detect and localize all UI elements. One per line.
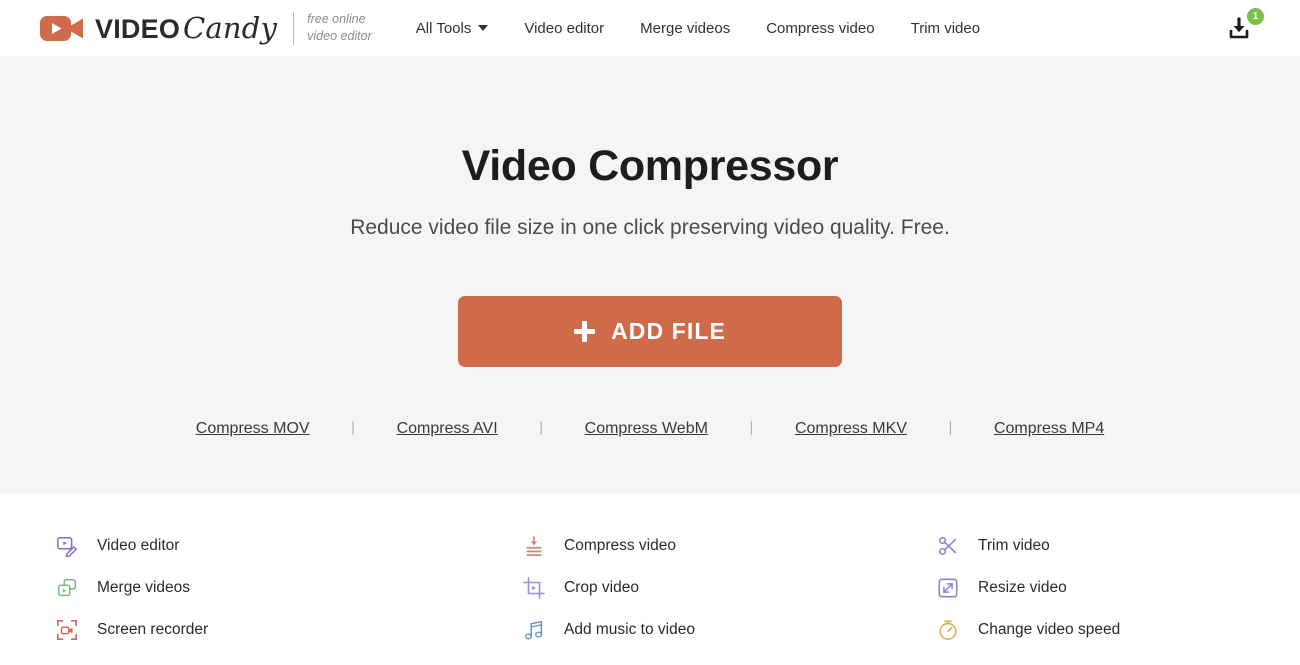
add-file-button[interactable]: ADD FILE — [458, 296, 842, 367]
merge-icon — [58, 579, 76, 597]
format-link-avi[interactable]: Compress AVI — [397, 420, 498, 438]
format-separator: | — [539, 419, 544, 436]
resize-icon — [938, 578, 958, 598]
logo-word-video: VIDEO — [95, 13, 181, 44]
crop-icon — [523, 577, 545, 599]
tool-label: Video editor — [97, 537, 180, 554]
nav-label-compress-video: Compress video — [766, 19, 875, 37]
tool-compress-video[interactable]: Compress video — [523, 530, 937, 562]
tool-label: Crop video — [564, 579, 639, 596]
page-subtitle: Reduce video file size in one click pres… — [350, 216, 950, 239]
compress-icon — [526, 536, 542, 556]
tools-grid: Video editor Compress video Trim video M… — [0, 493, 1300, 646]
plus-icon — [574, 321, 596, 342]
tool-merge-videos[interactable]: Merge videos — [56, 572, 523, 604]
format-separator: | — [749, 419, 754, 436]
screen-recorder-icon — [57, 620, 77, 640]
video-camera-icon — [40, 15, 83, 41]
video-editor-icon — [57, 536, 77, 557]
downloads-badge: 1 — [1247, 8, 1264, 25]
nav-item-compress-video[interactable]: Compress video — [766, 20, 874, 37]
tool-label: Merge videos — [97, 579, 191, 596]
scissors-icon — [938, 536, 957, 556]
logo-tagline: free online video editor — [307, 11, 372, 45]
tool-label: Add music to video — [564, 621, 695, 638]
logo[interactable]: VIDEO Candy free online video editor — [40, 11, 372, 45]
format-link-mkv[interactable]: Compress MKV — [795, 420, 907, 438]
nav-label-merge-videos: Merge videos — [640, 19, 731, 37]
nav-item-all-tools[interactable]: All Tools — [416, 20, 489, 37]
tool-label: Resize video — [978, 579, 1067, 596]
tool-crop-video[interactable]: Crop video — [523, 572, 937, 604]
tool-trim-video[interactable]: Trim video — [937, 530, 1300, 562]
nav-label-video-editor: Video editor — [524, 19, 605, 37]
nav-label-trim-video: Trim video — [910, 19, 981, 37]
tool-label: Change video speed — [978, 621, 1121, 638]
hero-section: Video Compressor Reduce video file size … — [0, 56, 1300, 493]
tool-resize-video[interactable]: Resize video — [937, 572, 1300, 604]
format-link-mp4[interactable]: Compress MP4 — [994, 420, 1104, 438]
format-links: Compress MOV | Compress AVI | Compress W… — [0, 419, 1300, 438]
nav-item-trim-video[interactable]: Trim video — [911, 20, 980, 37]
format-separator: | — [948, 419, 953, 436]
logo-word-candy: Candy — [183, 10, 278, 45]
tool-label: Screen recorder — [97, 621, 209, 638]
tool-screen-recorder[interactable]: Screen recorder — [56, 614, 523, 646]
tagline-line-2: video editor — [307, 29, 372, 43]
logo-wordmark: VIDEO Candy — [95, 10, 278, 45]
tool-add-music-to-video[interactable]: Add music to video — [523, 614, 937, 646]
logo-divider — [293, 11, 295, 45]
nav-item-merge-videos[interactable]: Merge videos — [640, 20, 730, 37]
nav-label-all-tools: All Tools — [415, 19, 472, 37]
tagline-line-1: free online — [307, 12, 366, 27]
chevron-down-icon — [478, 25, 489, 31]
tool-label: Compress video — [564, 537, 676, 554]
format-separator: | — [351, 419, 356, 436]
downloads-button[interactable]: 1 — [1224, 8, 1266, 48]
format-link-mov[interactable]: Compress MOV — [196, 420, 310, 438]
tool-video-editor[interactable]: Video editor — [56, 530, 523, 562]
page-title: Video Compressor — [461, 142, 839, 190]
add-file-label: ADD FILE — [611, 318, 726, 344]
format-link-webm[interactable]: Compress WebM — [585, 420, 708, 438]
timer-icon — [939, 620, 957, 640]
nav-item-video-editor[interactable]: Video editor — [524, 20, 604, 37]
site-header: VIDEO Candy free online video editor All … — [0, 0, 1300, 56]
tool-label: Trim video — [978, 537, 1050, 554]
music-note-icon — [524, 620, 543, 640]
main-nav: All Tools Video editor Merge videos Comp… — [416, 20, 980, 37]
tool-change-video-speed[interactable]: Change video speed — [937, 614, 1300, 646]
